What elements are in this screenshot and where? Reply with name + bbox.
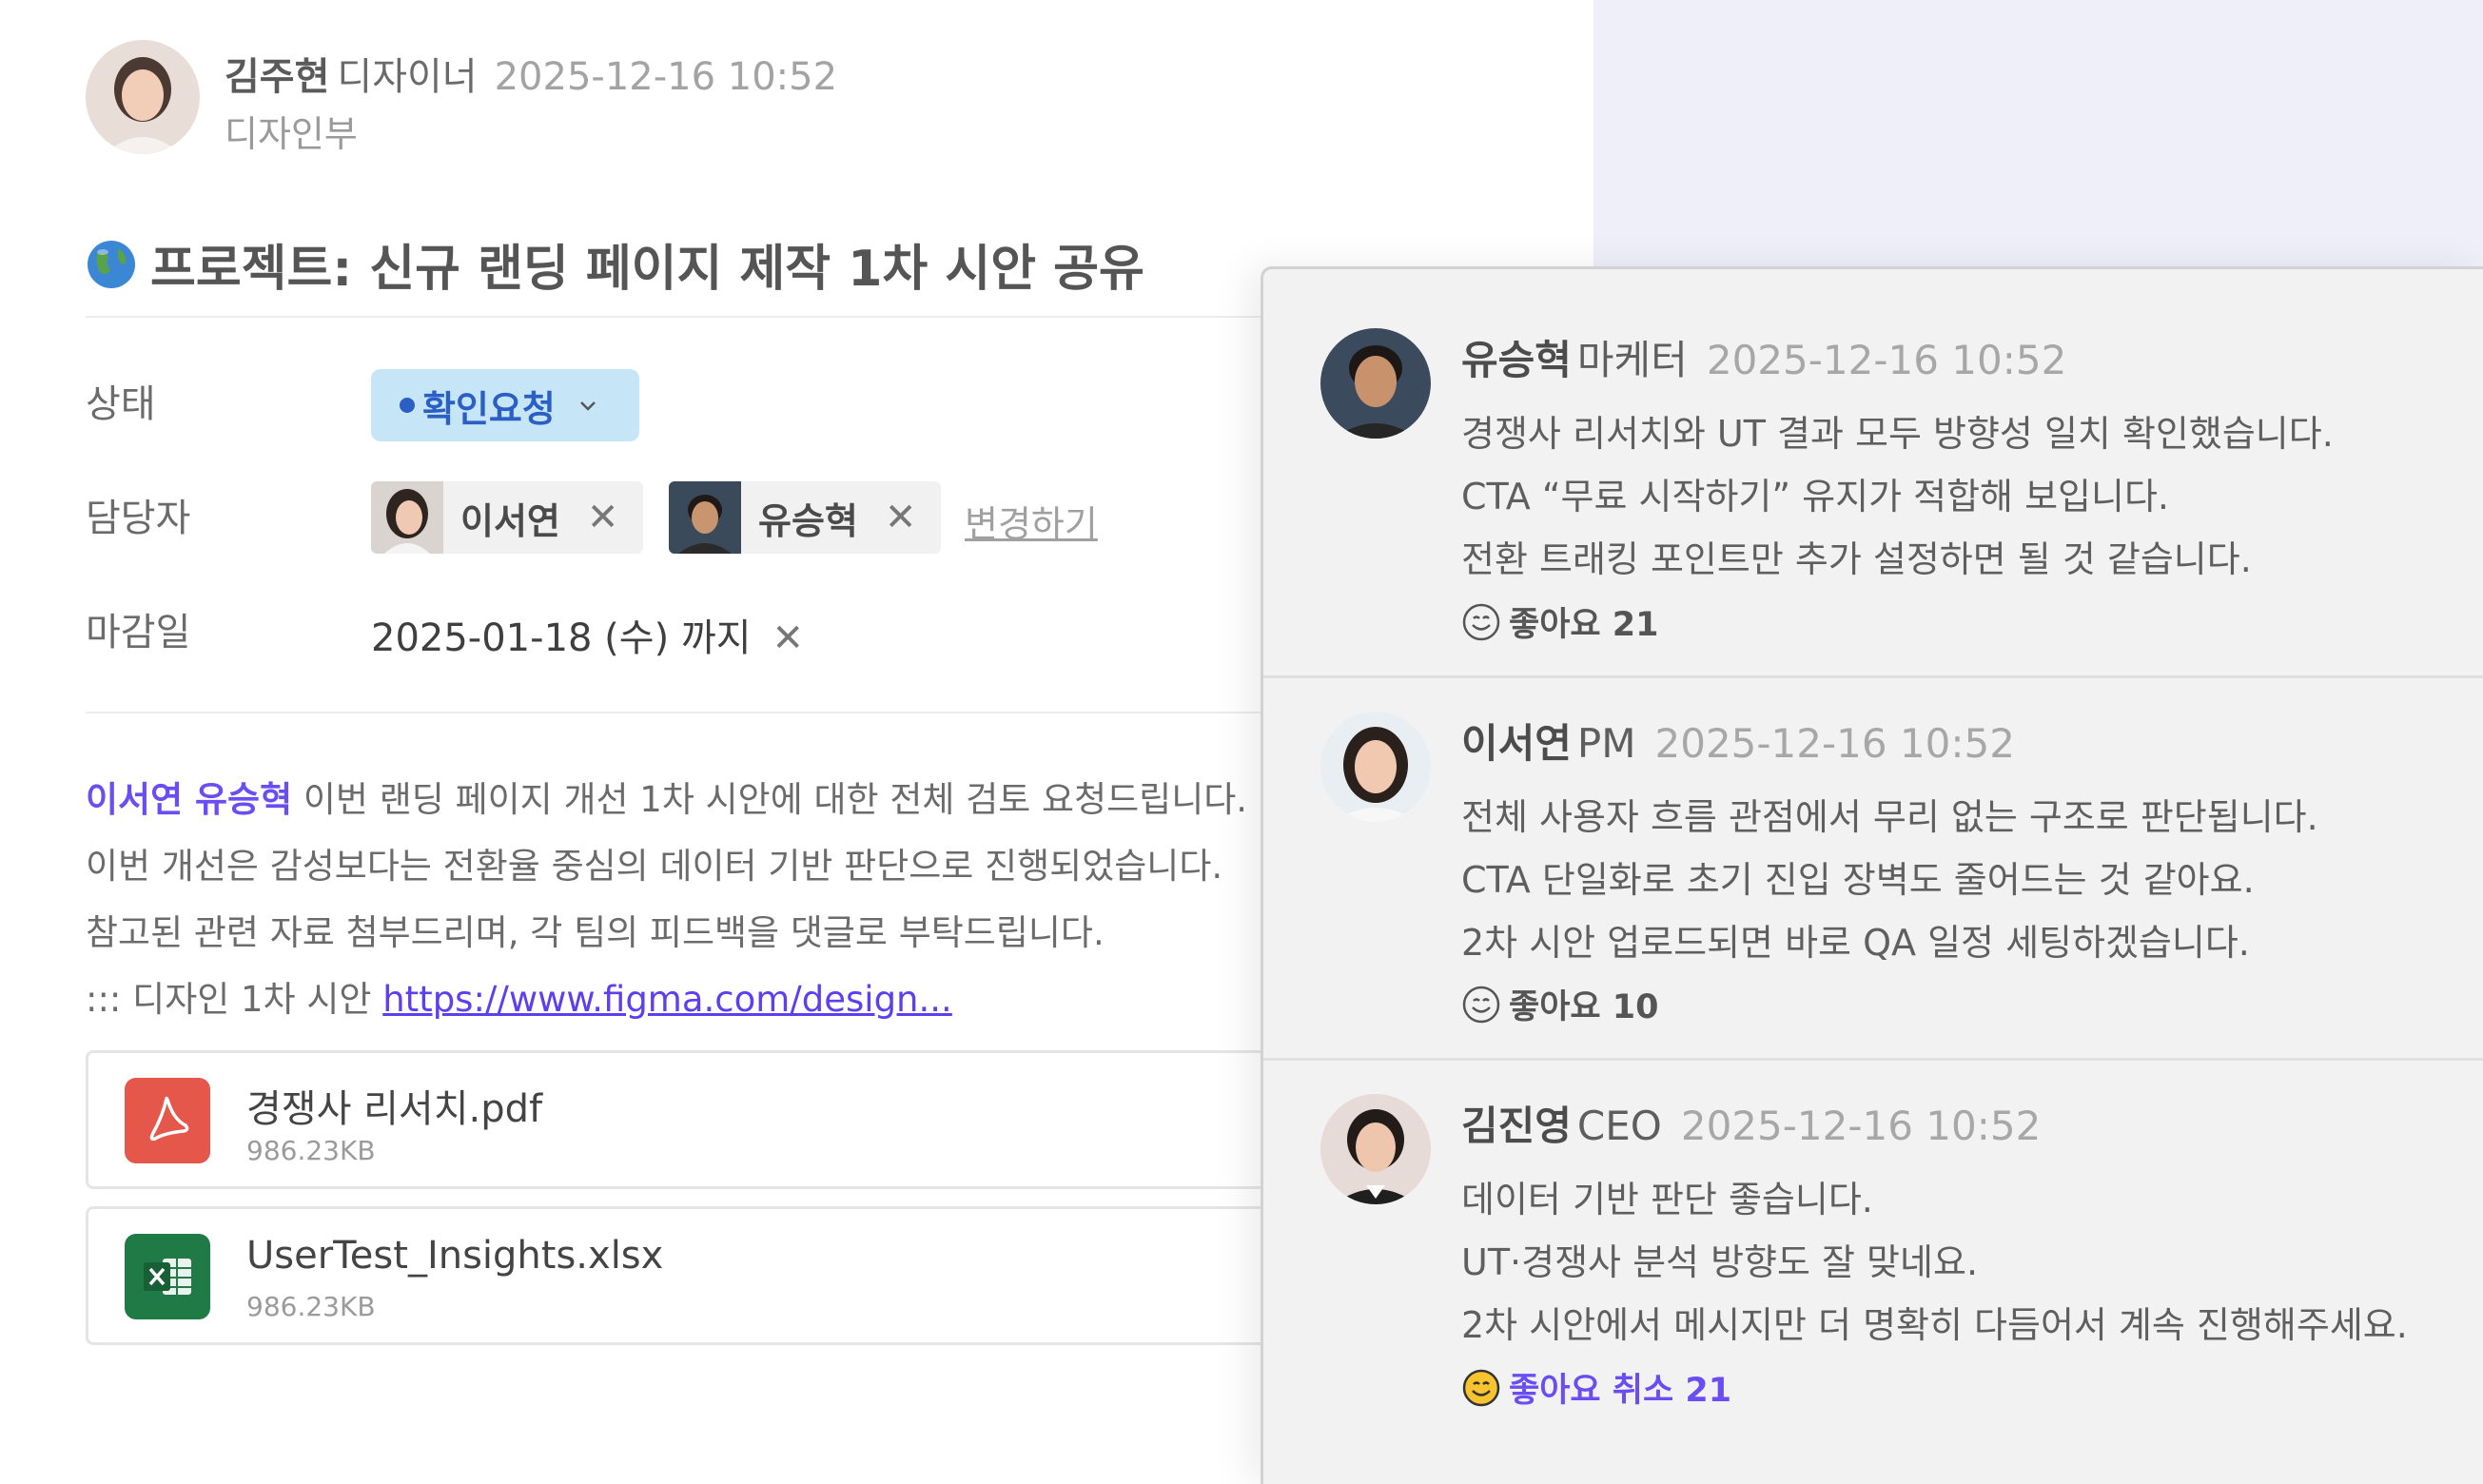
post-title-text: 프로젝트: 신규 랜딩 페이지 제작 1차 시안 공유 — [150, 241, 1144, 298]
status-label: 상태 — [86, 382, 156, 426]
comment-text: 경쟁사 리서치와 UT 결과 모두 방향성 일치 확인했습니다. — [1461, 413, 2334, 455]
attachment-size: 986.23KB — [246, 1135, 376, 1166]
deadline-label: 마감일 — [86, 611, 191, 654]
comment-text: UT·경쟁사 분석 방향도 잘 맞네요. — [1461, 1241, 1979, 1283]
avatar — [669, 481, 741, 554]
attachment-name: UserTest_Insights.xlsx — [246, 1234, 664, 1278]
author-line: 김주현 디자이너 2025-12-16 10:52 — [225, 46, 837, 101]
remove-assignee-button[interactable]: ✕ — [885, 496, 917, 539]
commenter-name[interactable]: 김진영 — [1461, 1103, 1572, 1149]
body-line: 이번 개선은 감성보다는 전환율 중심의 데이터 기반 판단으로 진행되었습니다… — [86, 846, 1223, 887]
comment-timestamp: 2025-12-16 10:52 — [1654, 720, 2015, 767]
comments-panel: 유승혁 마케터 2025-12-16 10:52 경쟁사 리서치와 UT 결과 모두… — [1261, 266, 2483, 1484]
comment-timestamp: 2025-12-16 10:52 — [1706, 337, 2067, 383]
avatar — [371, 481, 443, 554]
comment-text: 2차 시안에서 메시지만 더 명확히 다듬어서 계속 진행해주세요. — [1461, 1304, 2408, 1346]
comment-text: 2차 시안 업로드되면 바로 QA 일정 세팅하겠습니다. — [1461, 922, 2250, 964]
status-value: 확인요청 — [422, 387, 556, 430]
assignee-chip: 유승혁 ✕ — [669, 481, 942, 554]
avatar[interactable] — [1320, 1094, 1431, 1204]
smile-icon — [1462, 603, 1500, 640]
assignee-chip: 이서연 ✕ — [371, 481, 644, 554]
assignee-name: 이서연 — [460, 499, 560, 542]
comment-header: 유승혁 마케터 2025-12-16 10:52 — [1461, 328, 2066, 386]
body-line: 이서연 유승혁 이번 랜딩 페이지 개선 1차 시안에 대한 전체 검토 요청드… — [86, 771, 1247, 822]
comment-text: 전체 사용자 흐름 관점에서 무리 없는 구조로 판단됩니다. — [1461, 796, 2318, 838]
globe-icon — [88, 240, 135, 288]
comment-text: CTA 단일화로 초기 진입 장벽도 줄어드는 것 같아요. — [1461, 859, 2255, 901]
commenter-role: 마케터 — [1576, 337, 1688, 383]
clear-deadline-button[interactable]: ✕ — [772, 616, 805, 660]
like-count: 좋아요 10 — [1509, 988, 1659, 1026]
commenter-role: PM — [1576, 720, 1636, 767]
attachment-name: 경쟁사 리서치.pdf — [246, 1087, 543, 1131]
divider — [1263, 675, 2483, 678]
attachment-card[interactable]: 경쟁사 리서치.pdf 986.23KB — [86, 1050, 1417, 1189]
mention[interactable]: 이서연 유승혁 — [86, 779, 292, 820]
chevron-down-icon — [579, 401, 596, 411]
smile-icon — [1462, 986, 1500, 1023]
excel-icon — [125, 1234, 210, 1319]
attachment-size: 986.23KB — [246, 1291, 376, 1322]
like-button[interactable]: 좋아요 21 — [1461, 597, 1659, 646]
assignee-label: 담당자 — [86, 497, 191, 540]
like-count: 좋아요 21 — [1509, 606, 1659, 644]
deadline-value[interactable]: 2025-01-18 (수) 까지 — [371, 616, 752, 660]
author-name[interactable]: 김주현 — [225, 55, 329, 99]
pdf-icon — [125, 1078, 210, 1163]
unlike-button[interactable]: 좋아요 취소 21 — [1461, 1363, 1731, 1412]
comment-text: 전환 트래킹 포인트만 추가 설정하면 될 것 같습니다. — [1461, 538, 2252, 580]
author-department: 디자인부 — [225, 113, 358, 155]
comment-timestamp: 2025-12-16 10:52 — [1680, 1103, 2042, 1149]
post-timestamp: 2025-12-16 10:52 — [494, 55, 838, 99]
commenter-name[interactable]: 유승혁 — [1461, 337, 1572, 383]
author-avatar[interactable] — [86, 40, 200, 154]
divider — [1263, 1058, 2483, 1061]
commenter-name[interactable]: 이서연 — [1461, 720, 1572, 767]
avatar[interactable] — [1320, 328, 1431, 439]
comment-header: 이서연 PM 2025-12-16 10:52 — [1461, 712, 2015, 770]
smile-icon — [1462, 1369, 1500, 1406]
attachment-card[interactable]: UserTest_Insights.xlsx 986.23KB — [86, 1206, 1417, 1345]
author-role: 디자이너 — [337, 55, 478, 99]
status-dot — [400, 398, 415, 413]
comment-header: 김진영 CEO 2025-12-16 10:52 — [1461, 1094, 2041, 1152]
like-count: 좋아요 취소 21 — [1509, 1372, 1732, 1410]
commenter-role: CEO — [1576, 1103, 1662, 1149]
assignee-name: 유승혁 — [758, 499, 858, 542]
body-line: ::: 디자인 1차 시안 https://www.figma.com/desi… — [86, 970, 952, 1022]
deadline-field: 2025-01-18 (수) 까지 ✕ — [371, 607, 804, 662]
comment-text: CTA “무료 시작하기” 유지가 적합해 보입니다. — [1461, 476, 2169, 517]
change-assignee-link[interactable]: 변경하기 — [965, 495, 1098, 547]
like-button[interactable]: 좋아요 10 — [1461, 980, 1659, 1028]
body-line: 참고된 관련 자료 첨부드리며, 각 팀의 피드백을 댓글로 부탁드립니다. — [86, 912, 1105, 953]
comment-text: 데이터 기반 판단 좋습니다. — [1461, 1179, 1873, 1220]
post-title: 프로젝트: 신규 랜딩 페이지 제작 1차 시안 공유 — [86, 228, 1144, 300]
remove-assignee-button[interactable]: ✕ — [587, 496, 619, 539]
avatar[interactable] — [1320, 712, 1431, 822]
body-text: 이번 랜딩 페이지 개선 1차 시안에 대한 전체 검토 요청드립니다. — [292, 779, 1248, 820]
status-dropdown[interactable]: 확인요청 — [371, 369, 639, 441]
body-text: ::: 디자인 1차 시안 — [86, 979, 383, 1020]
figma-link[interactable]: https://www.figma.com/design... — [382, 979, 952, 1020]
